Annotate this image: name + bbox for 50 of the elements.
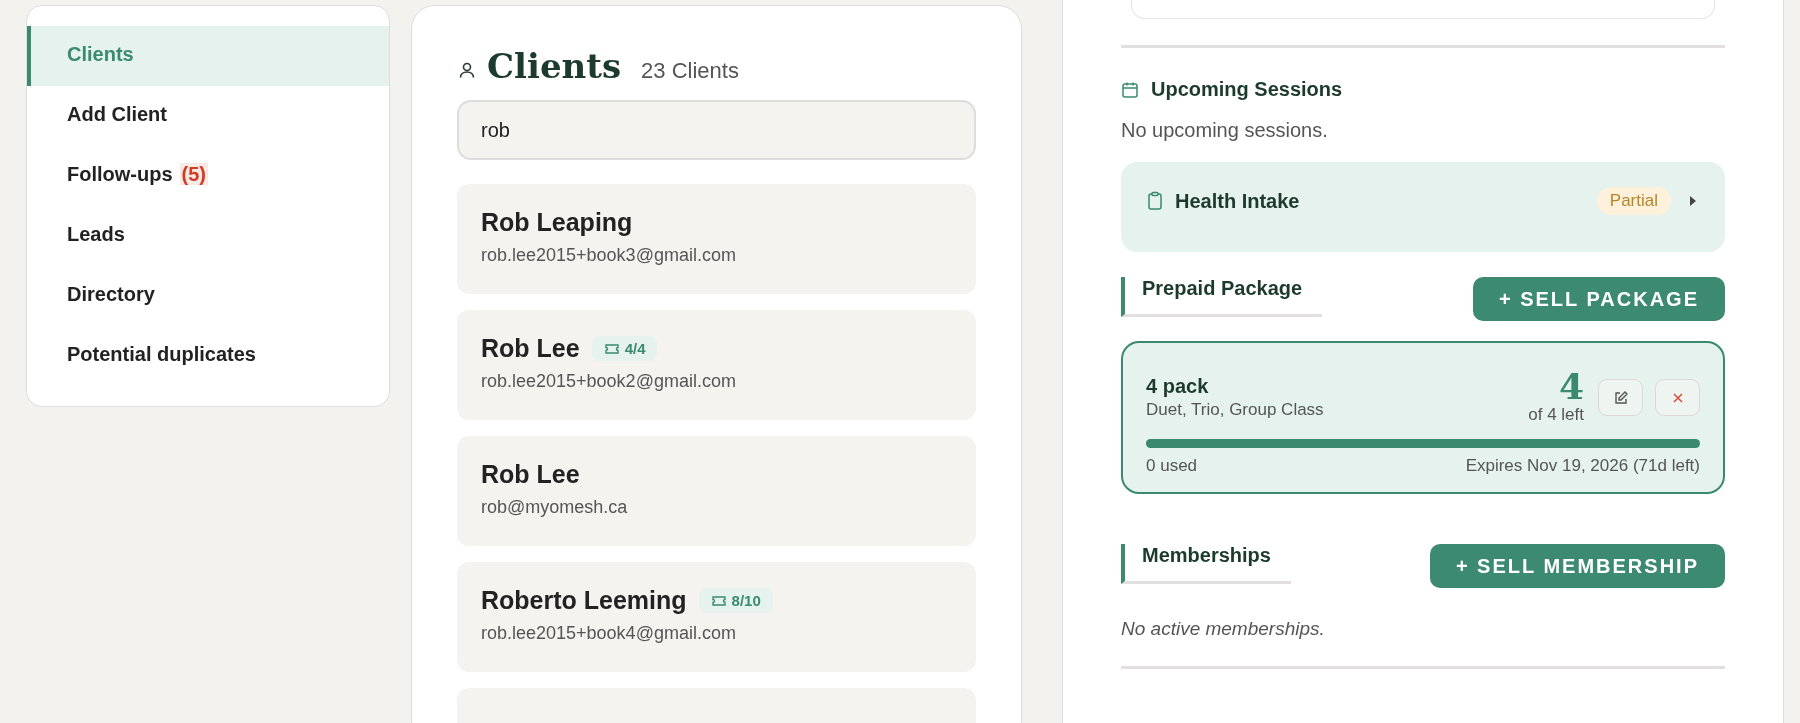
empty-message: No upcoming sessions. <box>1121 119 1329 142</box>
calendar-icon <box>1121 80 1139 99</box>
client-email: rob.lee2015+book3@gmail.com <box>481 245 737 266</box>
intake-title: Health Intake <box>1175 189 1300 213</box>
ticket-icon <box>710 594 727 607</box>
edit-button[interactable] <box>1598 379 1643 416</box>
sidebar-item[interactable]: Leads <box>27 206 389 266</box>
page-title: Clients <box>487 46 622 86</box>
sell-membership-button[interactable]: + SELL MEMBERSHIP <box>1429 544 1725 588</box>
remaining-label: of 4 left <box>1528 405 1584 425</box>
remaining-count: 4 <box>1557 369 1584 403</box>
package-badge: 8/10 <box>698 588 773 613</box>
client-name: Roberto Leeming <box>481 586 687 615</box>
search-field[interactable]: rob <box>457 100 976 160</box>
status-badge: Partial <box>1596 187 1671 215</box>
edit-icon <box>1612 389 1629 406</box>
empty-message: No active memberships. <box>1121 618 1326 640</box>
client-email: rob.lee2015+book4@gmail.com <box>481 623 737 644</box>
sidebar-item[interactable]: Directory <box>27 266 389 326</box>
client-name: Rob Lee <box>481 460 580 489</box>
section-title: Upcoming Sessions <box>1151 78 1343 101</box>
client-count: 23 Clients <box>641 58 739 84</box>
client-name: Rob Leaping <box>481 208 633 237</box>
client-card[interactable]: Rob Lee rob@myomesh.ca <box>457 436 976 546</box>
sidebar-item[interactable]: Clients <box>27 26 389 86</box>
package-name: 4 pack <box>1146 375 1210 398</box>
sidebar-item[interactable]: Add Client <box>27 86 389 146</box>
client-card[interactable]: Rob Leaping rob.lee2015+book3@gmail.com <box>457 184 976 294</box>
client-card[interactable]: Roberto Leeming 8/10 rob.lee2015+book4@gmail.com <box>457 562 976 672</box>
expiry-date: Expires Nov 19, 2026 (71d left) <box>1465 456 1700 476</box>
count-badge: (5) <box>179 163 208 185</box>
package-services: Duet, Trio, Group Class <box>1146 400 1325 420</box>
client-email: rob@myomesh.ca <box>481 497 629 518</box>
used-count: 0 used <box>1146 456 1198 476</box>
client-card[interactable]: Rob Lee 4/4 rob.lee2015+book2@gmail.com <box>457 310 976 420</box>
ticket-icon <box>603 342 620 355</box>
sidebar-item[interactable]: Potential duplicates <box>27 326 389 386</box>
package-badge: 4/4 <box>591 336 658 361</box>
clipboard-icon <box>1147 191 1163 211</box>
intake-card[interactable]: Health Intake Partial <box>1121 162 1725 252</box>
caret-icon <box>1689 195 1697 207</box>
close-icon <box>1671 391 1684 404</box>
section-title: Prepaid Package <box>1121 277 1323 317</box>
client-name: Rob Lee <box>481 334 580 363</box>
client-email: rob.lee2015+book2@gmail.com <box>481 371 737 392</box>
sell-package-button[interactable]: + SELL PACKAGE <box>1472 277 1725 321</box>
sidebar-item[interactable]: Follow-ups (5) <box>27 146 389 206</box>
section-title: Memberships <box>1121 544 1291 584</box>
person-icon <box>457 60 477 80</box>
delete-button[interactable] <box>1655 379 1700 416</box>
